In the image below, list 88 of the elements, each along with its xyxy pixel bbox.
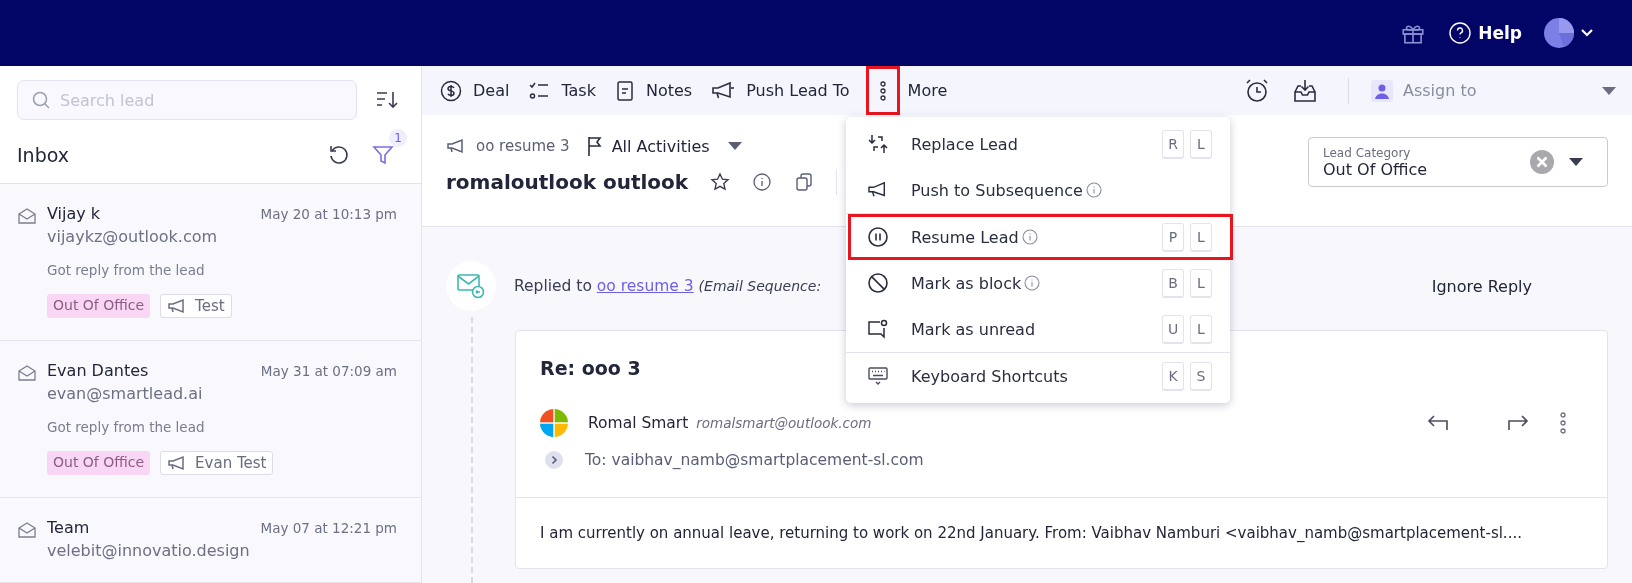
notes-button[interactable]: Notes [605, 66, 699, 115]
keyboard-icon [867, 365, 889, 387]
user-icon [1371, 79, 1393, 102]
ignore-reply-button[interactable]: Ignore Reply [1431, 276, 1532, 296]
campaign-label[interactable]: oo resume 3 [446, 137, 570, 155]
alarm-clock-icon[interactable] [1244, 77, 1270, 104]
deal-button[interactable]: Deal [431, 66, 516, 115]
push-lead-button[interactable]: Push Lead To [702, 66, 856, 115]
caret-icon [1569, 158, 1583, 166]
info-icon[interactable] [752, 172, 773, 192]
open-envelope-icon [17, 206, 37, 226]
recipient-address: To: vaibhav_namb@smartplacement-sl.com [585, 451, 924, 469]
category-tag: Out Of Office [47, 451, 151, 475]
unread-message-icon [867, 318, 889, 340]
help-button[interactable]: Help [1448, 21, 1522, 45]
pause-icon [867, 226, 889, 248]
shortcut-key: P [1162, 222, 1184, 252]
lead-email: vijaykz@outlook.com [47, 227, 219, 246]
info-icon[interactable] [1021, 229, 1038, 245]
lead-list-item[interactable]: Team May 07 at 12:21 pm velebit@innovatio.design [0, 498, 421, 583]
email-reply-icon [446, 261, 496, 311]
chevron-down-icon[interactable] [1580, 28, 1594, 38]
flag-icon [585, 135, 604, 157]
info-icon[interactable] [1085, 182, 1102, 198]
shortcut-key: U [1162, 314, 1184, 344]
lead-preview: Got reply from the lead [47, 419, 206, 435]
lead-time: May 31 at 07:09 am [260, 363, 397, 379]
campaign-tag: Evan Test [160, 451, 274, 475]
lead-email: evan@smartlead.ai [47, 384, 204, 403]
lead-preview: Got reply from the lead [47, 262, 206, 278]
lead-category-select[interactable]: Lead Category Out Of Office [1308, 137, 1608, 187]
lead-name: Evan Dantes [47, 361, 149, 380]
shortcut-key: S [1190, 361, 1212, 391]
star-icon[interactable] [710, 172, 731, 192]
open-envelope-icon [17, 363, 37, 383]
inbox-download-icon[interactable] [1292, 77, 1318, 104]
menu-item[interactable]: Push to Subsequence [848, 167, 1233, 213]
lead-time: May 20 at 10:13 pm [260, 206, 397, 222]
search-icon [31, 90, 51, 110]
sender-email: romalsmart@outlook.com [696, 415, 872, 431]
caret-icon [1602, 86, 1616, 95]
category-tag: Out Of Office [47, 294, 151, 318]
more-icon[interactable] [1559, 411, 1567, 435]
lead-list-item[interactable]: Evan Dantes May 31 at 07:09 am evan@smartlead.ai Got reply from the lead Out Of Office Evan Test [0, 341, 421, 498]
reply-event-text: Replied to oo resume 3 (Email Sequence: [514, 277, 822, 295]
lead-name: Team [47, 518, 90, 537]
email-body: I am currently on annual leave, returning to work on 22nd January. From: Vaibhav Namburi <vaibhav_namb@smartplacement-sl.... [540, 524, 1522, 542]
block-icon [867, 272, 889, 294]
info-icon[interactable] [1024, 275, 1041, 291]
menu-item[interactable]: Keyboard Shortcuts K S [848, 353, 1233, 399]
activities-dropdown[interactable]: All Activities [585, 135, 742, 157]
lead-name-title: romaloutlook outlook [446, 170, 689, 194]
megaphone-icon [711, 80, 736, 101]
shortcut-key: L [1190, 222, 1212, 252]
dollar-icon [440, 79, 462, 102]
campaign-tag: Test [160, 294, 232, 318]
lead-list-item[interactable]: Vijay k May 20 at 10:13 pm vijaykz@outlook.com Got reply from the lead Out Of Office Test [0, 184, 421, 341]
shortcut-key: L [1190, 129, 1212, 159]
lead-email: velebit@innovatio.design [47, 541, 251, 560]
shortcut-key: L [1190, 314, 1212, 344]
menu-item[interactable]: Replace Lead R L [848, 121, 1233, 167]
avatar-icon[interactable] [1544, 18, 1574, 48]
swap-arrows-icon [867, 133, 889, 155]
copy-icon[interactable] [794, 172, 815, 192]
four-color-avatar-icon [540, 409, 568, 437]
shortcut-key: B [1162, 268, 1184, 298]
open-envelope-icon [17, 520, 37, 540]
caret-icon [727, 142, 742, 150]
lead-time: May 07 at 12:21 pm [260, 520, 397, 536]
help-icon [1448, 21, 1473, 45]
lead-name: Vijay k [47, 204, 101, 223]
expand-chevron-icon[interactable] [545, 451, 563, 469]
inbox-title: Inbox [17, 143, 70, 166]
note-icon [614, 79, 635, 102]
menu-item[interactable]: Mark as block B L [848, 260, 1233, 306]
campaign-link[interactable]: oo resume 3 [596, 277, 694, 295]
sort-icon[interactable] [375, 89, 399, 111]
shortcut-key: R [1162, 129, 1184, 159]
sender-name: Romal Smart [588, 414, 689, 432]
task-button[interactable]: Task [519, 66, 602, 115]
more-button[interactable]: More [859, 66, 954, 115]
filter-count-badge: 1 [389, 128, 407, 147]
more-icon [878, 78, 887, 103]
shortcut-key: L [1190, 268, 1212, 298]
menu-item[interactable]: Mark as unread U L [848, 306, 1233, 352]
menu-item[interactable]: Resume Lead P L [848, 214, 1233, 260]
email-subject: Re: ooo 3 [540, 357, 641, 379]
shortcut-key: K [1162, 361, 1184, 391]
